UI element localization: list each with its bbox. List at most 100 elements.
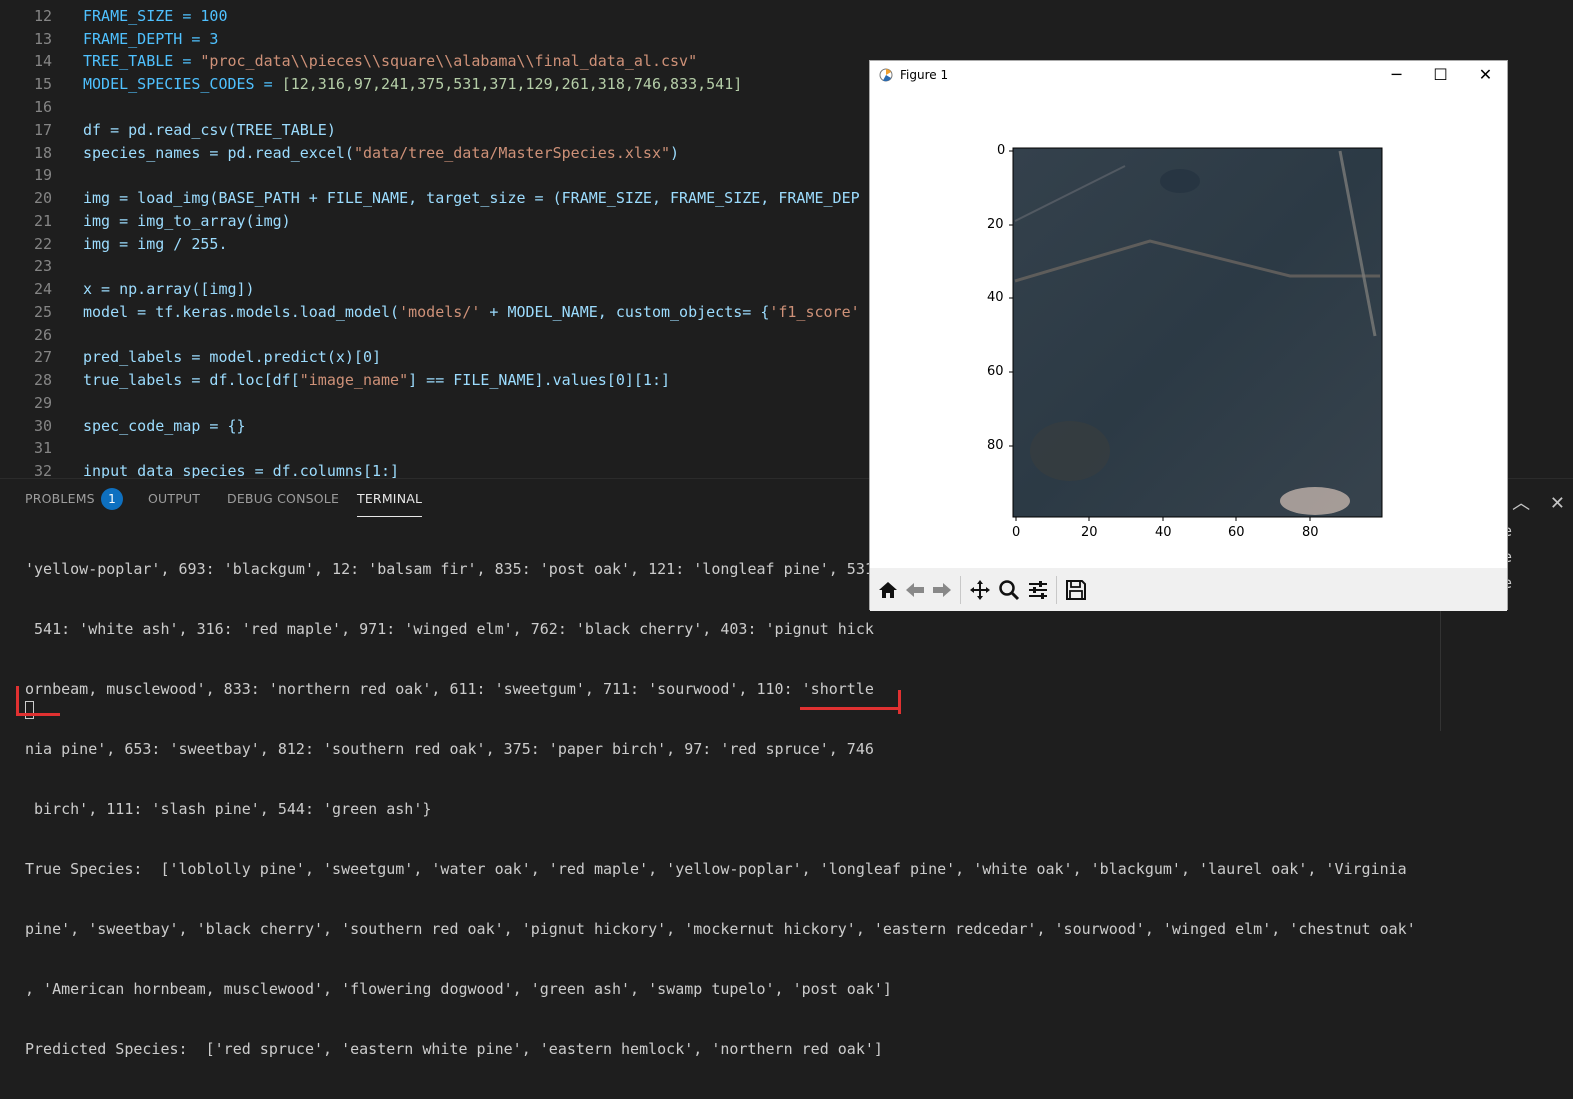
zoom-icon[interactable] <box>997 578 1021 602</box>
pan-icon[interactable] <box>968 578 992 602</box>
y-tick-label: 80 <box>987 438 1004 453</box>
code-text[interactable]: input_data_species = df.columns[1:] <box>83 460 399 478</box>
annotation-mark <box>16 713 60 716</box>
line-number: 15 <box>33 75 52 93</box>
line-number: 26 <box>33 326 52 344</box>
line-number: 18 <box>33 144 52 162</box>
code-string: "proc_data\\pieces\\square\\alabama\\fin… <box>200 52 698 70</box>
terminal-line: pine', 'sweetbay', 'black cherry', 'sout… <box>25 920 1416 938</box>
line-number: 12 <box>33 7 52 25</box>
line-number: 22 <box>33 235 52 253</box>
code-token: true_labels = df.loc[df[ <box>83 371 300 389</box>
matplotlib-app-icon <box>879 68 893 82</box>
y-tick-label: 40 <box>987 290 1004 305</box>
line-number: 17 <box>33 121 52 139</box>
figure-title: Figure 1 <box>900 68 949 82</box>
image-feature-patch <box>1280 487 1350 515</box>
y-tick-label: 20 <box>987 217 1004 232</box>
terminal-line: birch', 111: 'slash pine', 544: 'green a… <box>25 800 432 818</box>
code-text[interactable]: img = img_to_array(img) <box>83 210 291 233</box>
x-tick-label: 20 <box>1081 525 1098 540</box>
code-token: ] == FILE_NAME].values[0][1:] <box>408 371 671 389</box>
terminal-line: nia pine', 653: 'sweetbay', 812: 'southe… <box>25 740 874 758</box>
y-axis-ticks <box>1009 150 1013 447</box>
terminal-line: Predicted Species: ['red spruce', 'easte… <box>25 1040 883 1058</box>
plot-svg <box>1009 147 1383 521</box>
plot-canvas[interactable]: 0 20 40 60 80 0 20 40 60 80 <box>870 91 1507 568</box>
code-text[interactable]: pred_labels = model.predict(x)[0] <box>83 346 381 369</box>
terminal-line: 541: 'white ash', 316: 'red maple', 971:… <box>25 620 874 638</box>
home-icon[interactable] <box>876 578 900 602</box>
line-number: 24 <box>33 280 52 298</box>
line-number: 21 <box>33 212 52 230</box>
code-text[interactable]: TREE_TABLE = "proc_data\\pieces\\square\… <box>83 50 697 73</box>
x-tick-label: 80 <box>1302 525 1319 540</box>
line-number: 28 <box>33 371 52 389</box>
line-number: 31 <box>33 439 52 457</box>
y-tick-label: 0 <box>997 143 1006 158</box>
code-text[interactable]: img = load_img(BASE_PATH + FILE_NAME, ta… <box>83 187 860 210</box>
line-number: 20 <box>33 189 52 207</box>
code-text[interactable]: species_names = pd.read_excel("data/tree… <box>83 142 679 165</box>
code-token: MODEL_SPECIES_CODES = <box>83 75 282 93</box>
code-string: 'f1_score' <box>769 303 860 321</box>
problems-count-badge: 1 <box>101 488 123 510</box>
code-string: "data/tree_data/MasterSpecies.xlsx" <box>353 144 671 162</box>
image-feature-shadow <box>1160 169 1200 193</box>
code-string: "image_name" <box>299 371 409 389</box>
x-tick-label: 40 <box>1155 525 1172 540</box>
code-string: 'models/' <box>399 303 481 321</box>
code-token: TREE_TABLE = <box>83 52 201 70</box>
image-feature-shadow <box>1030 421 1110 481</box>
code-text[interactable]: spec_code_map = {} <box>83 415 246 438</box>
line-number: 13 <box>33 30 52 48</box>
line-number: 23 <box>33 257 52 275</box>
x-tick-label: 60 <box>1228 525 1245 540</box>
line-number: 19 <box>33 166 52 184</box>
annotation-mark <box>898 690 901 714</box>
tab-problems[interactable]: PROBLEMS <box>25 491 95 506</box>
terminal-line: , 'American hornbeam, musclewood', 'flow… <box>25 980 892 998</box>
annotation-underline <box>800 707 901 710</box>
tab-debug-console[interactable]: DEBUG CONSOLE <box>227 491 339 506</box>
x-axis-ticks <box>1015 517 1311 521</box>
forward-arrow-icon[interactable] <box>930 578 954 602</box>
figure-toolbar <box>870 568 1507 611</box>
configure-subplots-icon[interactable] <box>1026 578 1050 602</box>
line-number: 25 <box>33 303 52 321</box>
line-number: 30 <box>33 417 52 435</box>
y-tick-label: 60 <box>987 364 1004 379</box>
code-text[interactable]: img = img / 255. <box>83 233 228 256</box>
code-token: model = tf.keras.models.load_model( <box>83 303 400 321</box>
figure-window[interactable]: Figure 1 ─ ☐ ✕ 0 20 40 60 80 0 20 40 60 … <box>869 60 1508 611</box>
code-token: + MODEL_NAME, custom_objects= { <box>480 303 770 321</box>
tab-terminal[interactable]: TERMINAL <box>357 491 423 517</box>
toolbar-divider <box>960 576 961 604</box>
line-number: 27 <box>33 348 52 366</box>
code-text[interactable]: FRAME_SIZE = 100 <box>83 5 228 28</box>
terminal-cursor <box>25 701 34 719</box>
code-number-list: [12,316,97,241,375,531,371,129,261,318,7… <box>281 75 743 93</box>
line-number: 14 <box>33 52 52 70</box>
minimize-button[interactable]: ─ <box>1374 61 1419 91</box>
code-text[interactable]: model = tf.keras.models.load_model('mode… <box>83 301 860 324</box>
close-button[interactable]: ✕ <box>1463 61 1508 91</box>
code-text[interactable]: MODEL_SPECIES_CODES = [12,316,97,241,375… <box>83 73 742 96</box>
toolbar-divider <box>1056 576 1057 604</box>
code-token: ) <box>670 144 680 162</box>
figure-titlebar[interactable]: Figure 1 ─ ☐ ✕ <box>870 61 1507 91</box>
terminal-line: ornbeam, musclewood', 833: 'northern red… <box>25 680 874 698</box>
annotation-mark <box>16 686 19 716</box>
line-number: 16 <box>33 98 52 116</box>
code-text[interactable]: FRAME_DEPTH = 3 <box>83 28 218 51</box>
code-text[interactable]: x = np.array([img]) <box>83 278 255 301</box>
code-text[interactable]: df = pd.read_csv(TREE_TABLE) <box>83 119 336 142</box>
tab-output[interactable]: OUTPUT <box>148 491 200 506</box>
line-number: 32 <box>33 462 52 478</box>
code-text[interactable]: true_labels = df.loc[df["image_name"] ==… <box>83 369 670 392</box>
line-number: 29 <box>33 394 52 412</box>
maximize-button[interactable]: ☐ <box>1418 61 1463 91</box>
back-arrow-icon[interactable] <box>903 578 927 602</box>
terminal-line: True Species: ['loblolly pine', 'sweetgu… <box>25 860 1407 878</box>
save-icon[interactable] <box>1064 578 1088 602</box>
